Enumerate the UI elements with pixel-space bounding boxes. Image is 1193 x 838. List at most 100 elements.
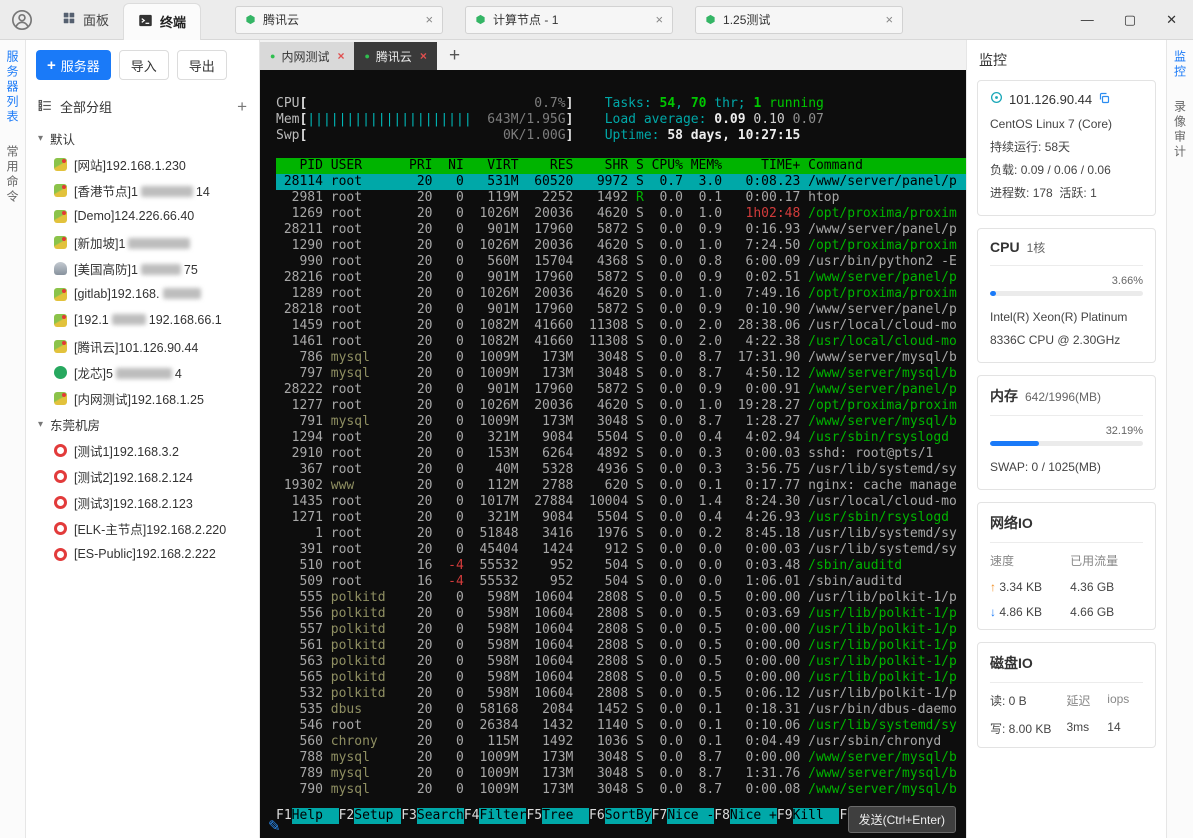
- session-tabs: 腾讯云 × 计算节点 - 1 × 1.25测试 ×: [235, 5, 925, 34]
- process-row[interactable]: 1294 root 20 0 321M 9084 5504 S 0.0 0.4 4:02.94/us…: [276, 430, 966, 446]
- process-row[interactable]: 555 polkitd 20 0 598M 10604 2808 S 0.0 0.5 0:00.00…: [276, 590, 966, 606]
- close-icon[interactable]: ×: [420, 49, 427, 63]
- process-row[interactable]: 510 root 16 -4 55532 952 504 S 0.0 0.0 0:03.48/sbi…: [276, 558, 966, 574]
- fkey-f8[interactable]: F8 Nice +: [714, 808, 777, 824]
- server-item[interactable]: [腾讯云]101.126.90.44: [26, 333, 259, 359]
- fkey-f1[interactable]: F1 Help: [276, 808, 339, 824]
- process-row[interactable]: 2910 root 20 0 153M 6264 4892 S 0.0 0.3 0:00.03 ssh…: [276, 446, 966, 462]
- edit-pencil-icon[interactable]: ✎: [268, 819, 281, 835]
- session-tab[interactable]: 腾讯云 ×: [235, 5, 444, 34]
- tasks-line: Tasks: 54, 70 thr; 1 running: [604, 96, 824, 111]
- copy-icon[interactable]: [1098, 92, 1110, 107]
- fkey-f3[interactable]: F3 Search: [401, 808, 464, 824]
- fkey-f9[interactable]: F9 Kill: [777, 808, 840, 824]
- cpu-card-title: CPU: [990, 239, 1020, 255]
- fkey-f6[interactable]: F6 SortBy: [589, 808, 652, 824]
- server-item[interactable]: [192.1 192.168.66.1: [26, 307, 259, 333]
- dashboard-icon: [62, 11, 76, 28]
- process-row[interactable]: 19302 www 20 0 112M 2788 620 S 0.0 0.1 0:17.77 ngin…: [276, 478, 966, 494]
- process-row[interactable]: 535 dbus 20 0 58168 2084 1452 S 0.0 0.1 0:18.31/us…: [276, 702, 966, 718]
- process-row[interactable]: 2981 root 20 0 119M 2252 1492 R 0.0 0.1 0:00.17 hto…: [276, 190, 966, 206]
- process-row[interactable]: 565 polkitd 20 0 598M 10604 2808 S 0.0 0.5 0:00.00…: [276, 670, 966, 686]
- process-row[interactable]: 557 polkitd 20 0 598M 10604 2808 S 0.0 0.5 0:00.00…: [276, 622, 966, 638]
- terminal-tab[interactable]: ● 内网测试 ×: [260, 42, 355, 70]
- new-tab-button[interactable]: +: [449, 46, 460, 65]
- server-item[interactable]: [测试1]192.168.3.2: [26, 437, 259, 463]
- server-item[interactable]: [龙芯]5 4: [26, 359, 259, 385]
- process-row[interactable]: 1 root 20 0 51848 3416 1976 S 0.0 0.2 8:45.18/usr/…: [276, 526, 966, 542]
- process-row[interactable]: 990 root 20 0 560M 15704 4368 S 0.0 0.8 6:00.09/us…: [276, 254, 966, 270]
- process-row[interactable]: 28114 root 20 0 531M 60520 9972 S 0.7 3.0 0:08.23/…: [276, 174, 966, 190]
- process-row[interactable]: 790 mysql 20 0 1009M 173M 3048 S 0.0 8.7 0:00.08/w…: [276, 782, 966, 798]
- process-row[interactable]: 1269 root 20 0 1026M 20036 4620 S 0.0 1.0 1h02:48/…: [276, 206, 966, 222]
- rail-common-commands[interactable]: 常用命令: [4, 145, 21, 205]
- close-icon[interactable]: ×: [885, 12, 893, 27]
- fkey-f5[interactable]: F5 Tree: [526, 808, 590, 824]
- process-row[interactable]: 509 root 16 -4 55532 952 504 S 0.0 0.0 1:06.01/sbi…: [276, 574, 966, 590]
- session-tab[interactable]: 1.25测试 ×: [695, 5, 904, 34]
- server-item[interactable]: [新加坡]1: [26, 229, 259, 255]
- process-row[interactable]: 28216 root 20 0 901M 17960 5872 S 0.0 0.9 0:02.51/…: [276, 270, 966, 286]
- rail-server-list[interactable]: 服务器列表: [4, 50, 21, 125]
- close-icon[interactable]: ×: [337, 49, 344, 63]
- process-row[interactable]: 1271 root 20 0 321M 9084 5504 S 0.0 0.4 4:26.93/us…: [276, 510, 966, 526]
- process-row[interactable]: 546 root 20 0 26384 1432 1140 S 0.0 0.1 0:10.06/us…: [276, 718, 966, 734]
- close-icon[interactable]: ×: [425, 12, 433, 27]
- server-item[interactable]: [Demo]124.226.66.40: [26, 203, 259, 229]
- process-row[interactable]: 561 polkitd 20 0 598M 10604 2808 S 0.0 0.5 0:00.00…: [276, 638, 966, 654]
- rail-recording-audit[interactable]: 录像审计: [1172, 100, 1189, 160]
- rail-monitor[interactable]: 监控: [1172, 50, 1189, 80]
- process-row[interactable]: 1435 root 20 0 1017M 27884 10004 S 0.0 1.4 8:24.30…: [276, 494, 966, 510]
- add-group-icon[interactable]: +: [237, 98, 247, 115]
- process-row[interactable]: 1289 root 20 0 1026M 20036 4620 S 0.0 1.0 7:49.16/…: [276, 286, 966, 302]
- process-row[interactable]: 28211 root 20 0 901M 17960 5872 S 0.0 0.9 0:16.93/…: [276, 222, 966, 238]
- process-row[interactable]: 556 polkitd 20 0 598M 10604 2808 S 0.0 0.5 0:03.69…: [276, 606, 966, 622]
- tab-dashboard[interactable]: 面板: [48, 0, 123, 40]
- process-row[interactable]: 560 chrony 20 0 115M 1492 1036 S 0.0 0.1 0:04.49/u…: [276, 734, 966, 750]
- process-row[interactable]: 1290 root 20 0 1026M 20036 4620 S 0.0 1.0 7:24.50/…: [276, 238, 966, 254]
- close-icon[interactable]: ×: [655, 12, 663, 27]
- server-item[interactable]: [ELK-主节点]192.168.2.220: [26, 515, 259, 541]
- group-row[interactable]: ▾ 东莞机房: [26, 411, 259, 437]
- process-row[interactable]: 28218 root 20 0 901M 17960 5872 S 0.0 0.9 0:10.90/…: [276, 302, 966, 318]
- server-item[interactable]: [测试3]192.168.2.123: [26, 489, 259, 515]
- export-button[interactable]: 导出: [176, 50, 227, 80]
- server-item[interactable]: [测试2]192.168.2.124: [26, 463, 259, 489]
- process-row[interactable]: 1277 root 20 0 1026M 20036 4620 S 0.0 1.0 19:28.27…: [276, 398, 966, 414]
- add-server-button[interactable]: + 服务器: [36, 50, 111, 80]
- maximize-button[interactable]: ▢: [1124, 12, 1136, 28]
- terminal-screen[interactable]: CPU[0.7%] Mem[||||||||||||||||||||| 643M/1…: [260, 70, 966, 838]
- process-row[interactable]: 532 polkitd 20 0 598M 10604 2808 S 0.0 0.5 0:06.12…: [276, 686, 966, 702]
- process-row[interactable]: 786 mysql 20 0 1009M 173M 3048 S 0.0 8.7 17:31.90/…: [276, 350, 966, 366]
- process-row[interactable]: 391 root 20 0 45404 1424 912 S 0.0 0.0 0:00.03/usr…: [276, 542, 966, 558]
- process-row[interactable]: 563 polkitd 20 0 598M 10604 2808 S 0.0 0.5 0:00.00…: [276, 654, 966, 670]
- caret-down-icon: ▾: [38, 418, 44, 430]
- tab-terminal[interactable]: 终端: [123, 2, 202, 40]
- close-window-button[interactable]: ✕: [1166, 12, 1177, 28]
- user-avatar-icon[interactable]: [10, 8, 34, 32]
- import-button[interactable]: 导入: [118, 50, 169, 80]
- server-item[interactable]: [香港节点]1 14: [26, 177, 259, 203]
- session-tab[interactable]: 计算节点 - 1 ×: [465, 5, 674, 34]
- process-row[interactable]: 789 mysql 20 0 1009M 173M 3048 S 0.0 8.7 1:31.76/w…: [276, 766, 966, 782]
- process-row[interactable]: 1459 root 20 0 1082M 41660 11308 S 0.0 2.0 28:38.0…: [276, 318, 966, 334]
- server-item[interactable]: [gitlab]192.168.: [26, 281, 259, 307]
- server-item[interactable]: [内网测试]192.168.1.25: [26, 385, 259, 411]
- process-row[interactable]: 1461 root 20 0 1082M 41660 11308 S 0.0 2.0 4:22.38…: [276, 334, 966, 350]
- fkey-f7[interactable]: F7 Nice -: [652, 808, 715, 824]
- server-item[interactable]: [美国高防]1 75: [26, 255, 259, 281]
- server-item[interactable]: [网站]192.168.1.230: [26, 151, 259, 177]
- fkey-f4[interactable]: F4 Filter: [464, 808, 527, 824]
- all-groups-row[interactable]: 全部分组 +: [26, 90, 259, 123]
- process-row[interactable]: 28222 root 20 0 901M 17960 5872 S 0.0 0.9 0:00.91/…: [276, 382, 966, 398]
- server-item[interactable]: [ES-Public]192.168.2.222: [26, 541, 259, 567]
- send-button[interactable]: 发送(Ctrl+Enter): [847, 806, 956, 833]
- process-row[interactable]: 797 mysql 20 0 1009M 173M 3048 S 0.0 8.7 4:50.12/w…: [276, 366, 966, 382]
- process-row[interactable]: 788 mysql 20 0 1009M 173M 3048 S 0.0 8.7 0:00.00/w…: [276, 750, 966, 766]
- minimize-button[interactable]: —: [1081, 12, 1094, 27]
- fkey-f2[interactable]: F2 Setup: [339, 808, 402, 824]
- process-row[interactable]: 367 root 20 0 40M 5328 4936 S 0.0 0.3 3:56.75/usr/…: [276, 462, 966, 478]
- process-row[interactable]: 791 mysql 20 0 1009M 173M 3048 S 0.0 8.7 1:28.27/w…: [276, 414, 966, 430]
- terminal-tab[interactable]: ● 腾讯云 ×: [354, 42, 437, 70]
- group-row[interactable]: ▾ 默认: [26, 125, 259, 151]
